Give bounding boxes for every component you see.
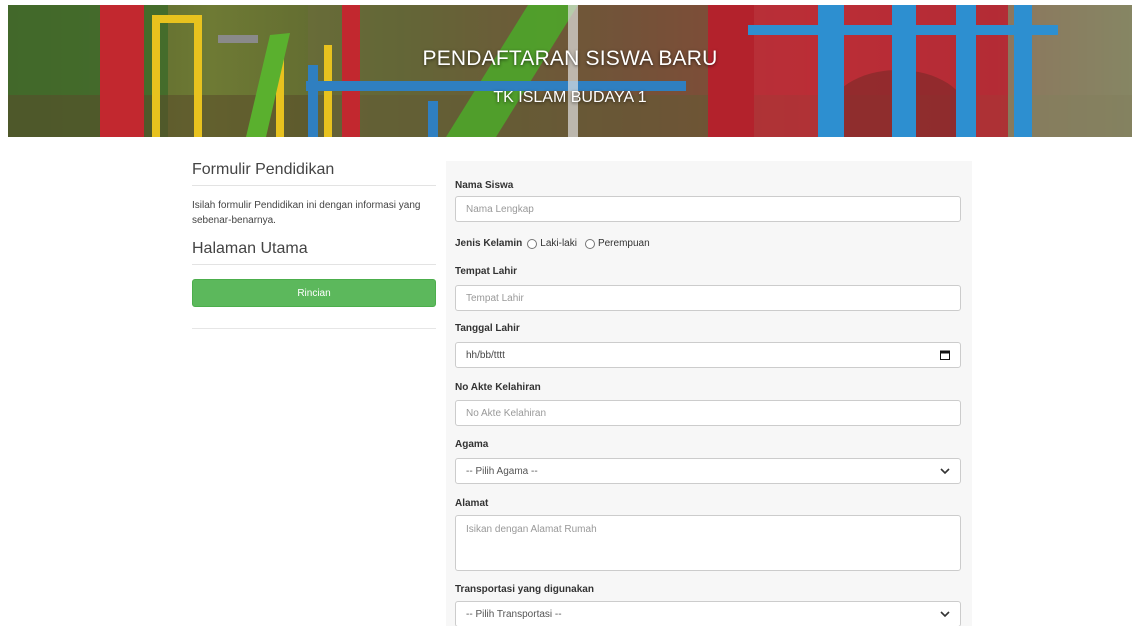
radio-perempuan-label[interactable]: Perempuan [598,238,650,249]
jenis-kelamin-label: Jenis Kelamin [455,238,523,249]
alamat-textarea[interactable] [455,515,961,571]
tanggal-lahir-input[interactable]: hh/bb/tttt [455,342,961,368]
agama-select[interactable]: -- Pilih Agama -- [455,458,961,484]
chevron-down-icon [940,610,950,617]
header-banner: PENDAFTARAN SISWA BARU TK ISLAM BUDAYA 1 [8,5,1132,137]
gender-group: Jenis Kelamin Laki-laki Perempuan [455,238,656,249]
agama-label: Agama [455,439,489,450]
sidebar-description: Isilah formulir Pendidikan ini dengan in… [192,200,421,226]
agama-selected: -- Pilih Agama -- [466,465,538,477]
calendar-icon[interactable] [940,350,950,360]
banner-title: PENDAFTARAN SISWA BARU [422,47,718,70]
banner-subtitle: TK ISLAM BUDAYA 1 [493,89,647,106]
transportasi-select[interactable]: -- Pilih Transportasi -- [455,601,961,626]
rincian-button[interactable]: Rincian [192,279,436,307]
tanggal-lahir-value: hh/bb/tttt [466,349,505,361]
home-heading: Halaman Utama [192,240,436,265]
tempat-lahir-input[interactable] [455,285,961,311]
radio-perempuan[interactable] [584,238,595,249]
no-akte-label: No Akte Kelahiran [455,382,541,393]
playground-background-image [8,5,1132,137]
transportasi-selected: -- Pilih Transportasi -- [466,608,562,620]
radio-laki-laki[interactable] [527,238,538,249]
alamat-label: Alamat [455,498,489,509]
sidebar-heading: Formulir Pendidikan [192,161,436,186]
chevron-down-icon [940,467,950,474]
tempat-lahir-label: Tempat Lahir [455,266,518,277]
sidebar-divider [192,328,436,329]
radio-laki-laki-label[interactable]: Laki-laki [540,238,577,249]
transportasi-label: Transportasi yang digunakan [455,584,594,595]
nama-siswa-input[interactable] [455,196,961,222]
registration-form: Nama Siswa Jenis Kelamin Laki-laki Perem… [446,161,972,626]
nama-siswa-label: Nama Siswa [455,180,514,191]
tanggal-lahir-label: Tanggal Lahir [455,323,520,334]
sidebar: Formulir Pendidikan Isilah formulir Pend… [192,161,436,329]
no-akte-input[interactable] [455,400,961,426]
